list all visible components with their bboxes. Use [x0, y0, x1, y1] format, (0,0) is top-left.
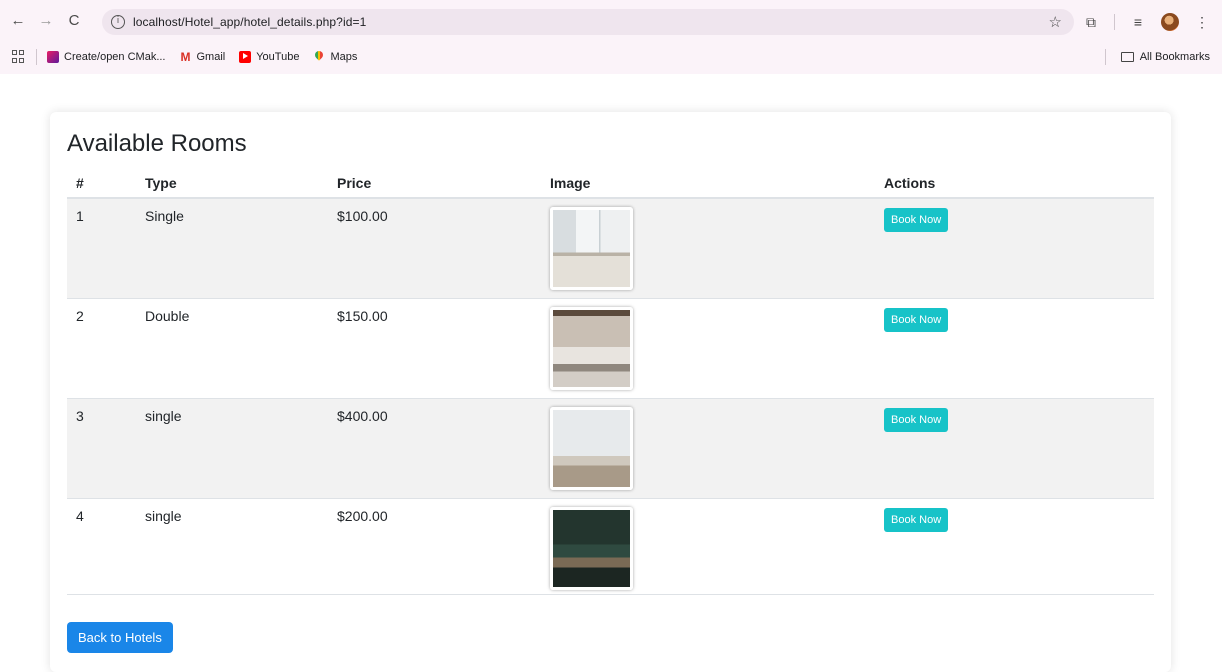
bookmark-label: Gmail	[196, 51, 226, 63]
address-url[interactable]: localhost/Hotel_app/hotel_details.php?id…	[133, 15, 366, 29]
book-now-button[interactable]: Book Now	[884, 208, 949, 232]
all-bookmarks-label: All Bookmarks	[1139, 51, 1210, 63]
bookmark-maps[interactable]: Maps	[313, 51, 357, 63]
table-bottom-border	[67, 594, 1154, 595]
browser-toolbar: ← → C i localhost/Hotel_app/hotel_detail…	[0, 0, 1222, 40]
book-now-button[interactable]: Book Now	[884, 307, 949, 332]
table-row: 1 Single $100.00 Book Now	[67, 197, 1154, 298]
room-photo-2	[550, 306, 633, 390]
table-row: 3 single $400.00 Book Now	[67, 397, 1154, 498]
table-header-row: # Type Price Image Actions	[67, 168, 1154, 199]
site-info-icon[interactable]: i	[111, 15, 125, 29]
header-image: Image	[541, 168, 875, 199]
room-price: $200.00	[328, 497, 541, 598]
room-price: $150.00	[328, 297, 541, 398]
gmail-icon: M	[180, 50, 191, 64]
room-type: Double	[136, 297, 328, 398]
book-now-button[interactable]: Book Now	[884, 407, 949, 432]
toolbar-separator	[1114, 14, 1115, 30]
book-now-button[interactable]: Book Now	[884, 507, 949, 532]
bookmark-label: Create/open CMak...	[64, 51, 166, 63]
bookmark-gmail[interactable]: M Gmail	[180, 51, 226, 63]
header-actions: Actions	[875, 168, 1154, 199]
table-row: 4 single $200.00 Book Now	[67, 497, 1154, 598]
forward-arrow-icon[interactable]: →	[32, 6, 60, 34]
back-to-hotels-button[interactable]: Back to Hotels	[67, 622, 173, 653]
room-number: 1	[67, 197, 136, 298]
all-bookmarks-button[interactable]: All Bookmarks	[1120, 51, 1210, 63]
room-number: 4	[67, 497, 136, 598]
room-number: 3	[67, 397, 136, 498]
url-path: /Hotel_app/hotel_details.php?id=1	[181, 15, 367, 29]
bookmark-youtube[interactable]: YouTube	[239, 51, 299, 63]
page-content: Available Rooms # Type Price Image Actio…	[0, 74, 1222, 672]
extensions-icon[interactable]: ⧉	[1082, 14, 1100, 31]
menu-kebab-icon[interactable]: ⋮	[1193, 14, 1211, 31]
bookmarks-bar: Create/open CMak... M Gmail YouTube Maps…	[0, 40, 1222, 74]
room-price: $100.00	[328, 197, 541, 298]
room-price: $400.00	[328, 397, 541, 498]
room-type: single	[136, 397, 328, 498]
url-host: localhost	[133, 15, 182, 29]
header-price: Price	[328, 168, 541, 199]
room-photo-1	[550, 207, 633, 290]
room-type: single	[136, 497, 328, 598]
bookmark-label: Maps	[330, 51, 358, 63]
address-bar[interactable]: i localhost/Hotel_app/hotel_details.php?…	[102, 9, 1074, 35]
reading-list-icon[interactable]: ≡	[1129, 14, 1147, 30]
toolbar-actions: ⧉ ≡ ⋮	[1082, 9, 1211, 35]
profile-avatar[interactable]	[1161, 13, 1179, 31]
page-title: Available Rooms	[67, 130, 247, 157]
rooms-table: # Type Price Image Actions 1 Single $100…	[67, 168, 1154, 598]
maps-icon	[313, 51, 325, 63]
bookmark-label: YouTube	[256, 51, 300, 63]
room-photo-4	[550, 506, 633, 590]
bookmark-cmake[interactable]: Create/open CMak...	[47, 51, 166, 63]
youtube-icon	[239, 51, 252, 63]
room-type: Single	[136, 197, 328, 298]
bookmarks-divider	[1105, 49, 1106, 65]
back-arrow-icon[interactable]: ←	[4, 6, 32, 34]
header-number: #	[67, 168, 136, 199]
bookmarks-divider	[36, 49, 37, 65]
header-type: Type	[136, 168, 328, 199]
apps-grid-icon[interactable]	[12, 50, 26, 64]
cmake-icon	[47, 51, 59, 63]
table-row: 2 Double $150.00 Book Now	[67, 297, 1154, 398]
room-number: 2	[67, 297, 136, 398]
reload-icon[interactable]: C	[60, 6, 88, 34]
room-photo-3	[550, 406, 633, 490]
folder-icon	[1120, 52, 1134, 62]
rooms-card: Available Rooms # Type Price Image Actio…	[50, 112, 1171, 672]
bookmark-star-icon[interactable]: ☆	[1049, 13, 1062, 31]
